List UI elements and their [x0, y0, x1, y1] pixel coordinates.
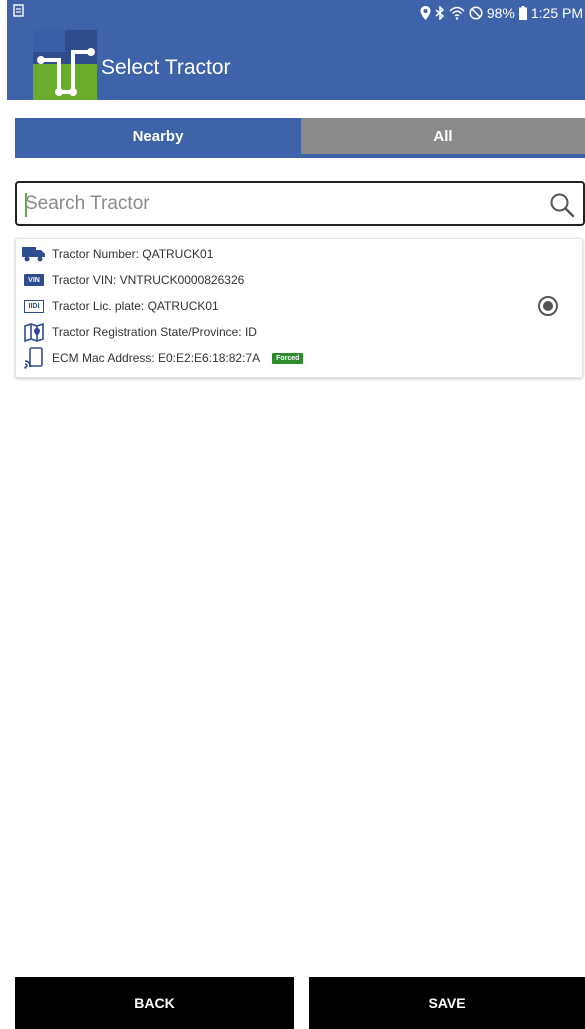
vin-icon: VIN [22, 270, 46, 290]
map-icon [22, 322, 46, 342]
search-bar [15, 181, 585, 226]
tab-all[interactable]: All [301, 118, 585, 154]
back-button[interactable]: BACK [15, 977, 294, 1029]
location-icon [420, 6, 431, 20]
tractor-number-row: Tractor Number: QATRUCK01 [22, 243, 213, 265]
tab-nearby[interactable]: Nearby [15, 118, 301, 154]
tractor-registration-row: Tractor Registration State/Province: ID [22, 321, 257, 343]
ecm-device-icon [22, 347, 46, 369]
search-icon[interactable] [549, 192, 575, 218]
truck-icon [22, 244, 46, 264]
do-not-disturb-icon [469, 6, 483, 20]
tractor-card[interactable]: Tractor Number: QATRUCK01 VIN Tractor VI… [15, 238, 583, 378]
page-title: Select Tractor [101, 56, 231, 79]
ecm-mac-address: ECM Mac Address: E0:E2:E6:18:82:7A [52, 351, 261, 365]
notification-icon [13, 4, 24, 17]
battery-percent: 98% [486, 5, 515, 21]
bluetooth-icon [435, 6, 444, 20]
status-bar: 98% 1:25 PM [420, 4, 583, 22]
license-plate-icon: IIDI [22, 296, 46, 316]
text-cursor [25, 193, 27, 217]
app-header: 98% 1:25 PM Select Tractor [7, 0, 585, 100]
wifi-icon [449, 6, 465, 20]
tractor-plate-row: IIDI Tractor Lic. plate: QATRUCK01 [22, 295, 219, 317]
tractor-select-radio[interactable] [538, 296, 558, 316]
app-logo [33, 30, 97, 100]
save-button[interactable]: SAVE [309, 977, 585, 1029]
ecm-mac-row: ECM Mac Address: E0:E2:E6:18:82:7A Force… [22, 347, 304, 369]
forced-badge: Forced [272, 352, 304, 364]
tractor-registration: Tractor Registration State/Province: ID [52, 325, 257, 339]
tractor-number: Tractor Number: QATRUCK01 [52, 247, 214, 261]
tractor-plate: Tractor Lic. plate: QATRUCK01 [52, 299, 219, 313]
battery-icon [518, 6, 527, 20]
tab-bar: Nearby All [15, 118, 585, 158]
tractor-vin: Tractor VIN: VNTRUCK0000826326 [52, 273, 245, 287]
radio-selected-dot [543, 301, 553, 311]
status-time: 1:25 PM [530, 5, 583, 21]
search-input[interactable] [17, 183, 583, 224]
tractor-vin-row: VIN Tractor VIN: VNTRUCK0000826326 [22, 269, 244, 291]
